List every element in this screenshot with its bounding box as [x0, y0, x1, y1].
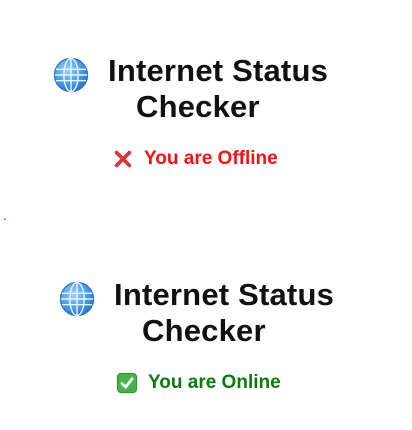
globe-icon	[58, 280, 96, 318]
cross-icon	[112, 148, 134, 170]
title-line-2: Checker	[136, 89, 260, 124]
offline-status-panel: Internet Status Checker You are Offline	[0, 0, 412, 200]
status-text: You are Offline	[144, 148, 278, 169]
stray-dot	[4, 218, 6, 220]
status-text: You are Online	[148, 372, 281, 393]
title-line-1: Internet Status	[114, 277, 335, 312]
status-message: You are Offline	[112, 148, 278, 170]
title-line-2: Checker	[142, 313, 266, 348]
title-line-1: Internet Status	[108, 53, 329, 88]
online-status-panel: Internet Status Checker You are Online	[0, 230, 412, 430]
status-message: You are Online	[116, 372, 281, 394]
globe-icon	[52, 56, 90, 94]
check-icon	[116, 372, 138, 394]
